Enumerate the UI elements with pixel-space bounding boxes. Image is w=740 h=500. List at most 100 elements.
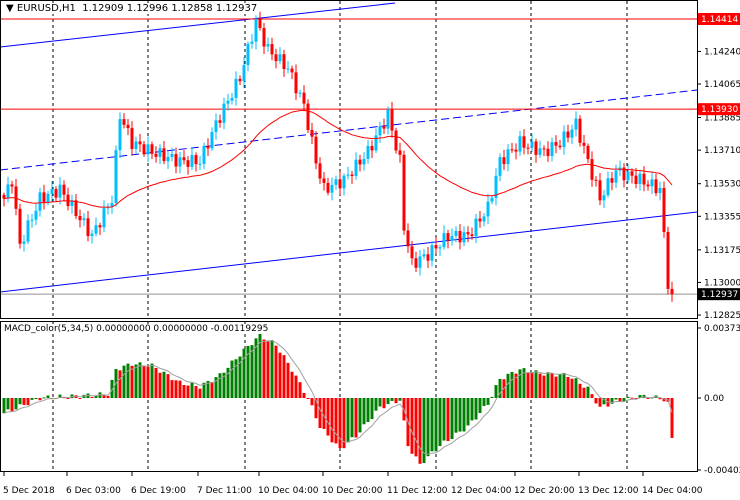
candle-body bbox=[662, 187, 666, 232]
candle-body bbox=[66, 194, 70, 207]
candle-body bbox=[98, 225, 102, 228]
chart-canvas[interactable]: 5 Dec 2018 6 Dec 03:00 6 Dec 19:00 7 Dec 11… bbox=[0, 0, 740, 500]
candle-body bbox=[78, 216, 82, 221]
macd-bar bbox=[550, 373, 554, 398]
candle-body bbox=[282, 54, 286, 70]
candle-body bbox=[318, 163, 322, 179]
candle-body bbox=[566, 131, 570, 138]
y-axis-label: 1.14065 bbox=[704, 80, 740, 90]
candle-body bbox=[186, 160, 190, 167]
candle-body bbox=[414, 258, 418, 268]
macd-bar bbox=[22, 398, 26, 405]
candle-body bbox=[582, 142, 586, 146]
y-axis-label: 1.12825 bbox=[704, 311, 740, 321]
macd-bar bbox=[146, 366, 150, 398]
macd-bar bbox=[394, 398, 398, 404]
macd-axis-label: 0.00 bbox=[704, 394, 724, 404]
candle-body bbox=[250, 41, 254, 44]
candle-body bbox=[222, 103, 226, 123]
candle-body bbox=[274, 54, 278, 62]
macd-bar bbox=[194, 386, 198, 398]
symbol-label: EURUSD,H1 bbox=[16, 3, 76, 14]
macd-bar bbox=[2, 398, 6, 414]
macd-bar bbox=[454, 398, 458, 433]
macd-bar bbox=[6, 398, 10, 410]
x-axis-label: 10 Dec 04:00 bbox=[258, 486, 319, 496]
macd-bar bbox=[270, 340, 274, 398]
candle-body bbox=[346, 174, 350, 176]
candle-body bbox=[202, 145, 206, 164]
macd-bar bbox=[442, 398, 446, 441]
macd-bar bbox=[118, 370, 122, 398]
candle-body bbox=[598, 180, 602, 201]
candle-body bbox=[410, 246, 414, 259]
macd-bar bbox=[542, 375, 546, 398]
candle-body bbox=[406, 230, 410, 247]
macd-axis-label: -0.004028 bbox=[704, 466, 740, 476]
candle-body bbox=[158, 148, 162, 157]
macd-bar bbox=[182, 384, 186, 398]
candle-body bbox=[510, 149, 514, 151]
ohlc-values: 1.12909 1.12996 1.12858 1.12937 bbox=[82, 3, 258, 14]
macd-bar bbox=[38, 398, 42, 401]
macd-bar bbox=[170, 380, 174, 398]
candle-body bbox=[350, 174, 354, 176]
y-axis-label: 1.14240 bbox=[704, 47, 740, 57]
candle-body bbox=[182, 157, 186, 161]
macd-bar bbox=[158, 372, 162, 398]
candle-body bbox=[302, 92, 306, 104]
candle-body bbox=[330, 184, 334, 193]
y-axis-label: 1.13355 bbox=[704, 212, 740, 222]
macd-bar bbox=[466, 398, 470, 426]
macd-bar bbox=[350, 398, 354, 438]
candle-body bbox=[118, 119, 122, 151]
candle-body bbox=[310, 129, 314, 137]
candle-body bbox=[462, 232, 466, 243]
x-axis-label: 13 Dec 12:00 bbox=[578, 486, 639, 496]
candle-body bbox=[34, 210, 38, 220]
candle-body bbox=[366, 145, 370, 159]
candle-body bbox=[386, 109, 390, 129]
candle-body bbox=[162, 148, 166, 162]
candle-body bbox=[586, 145, 590, 160]
candle-body bbox=[542, 148, 546, 150]
macd-bar bbox=[174, 380, 178, 398]
macd-bar bbox=[102, 395, 106, 398]
macd-bar bbox=[430, 398, 434, 452]
candle-body bbox=[326, 182, 330, 193]
macd-bar bbox=[474, 398, 478, 420]
macd-bar bbox=[106, 395, 110, 398]
candle-body bbox=[206, 145, 210, 149]
candle-body bbox=[442, 233, 446, 248]
macd-bar bbox=[582, 387, 586, 398]
candle-body bbox=[538, 148, 542, 155]
candle-body bbox=[358, 159, 362, 165]
macd-bar bbox=[294, 375, 298, 398]
macd-bar bbox=[378, 398, 382, 407]
candle-body bbox=[38, 192, 42, 211]
macd-bar bbox=[558, 374, 562, 398]
candle-body bbox=[230, 97, 234, 101]
macd-bar bbox=[90, 396, 94, 398]
dropdown-icon[interactable]: ▼ bbox=[6, 3, 17, 14]
candle-body bbox=[498, 157, 502, 176]
candle-body bbox=[658, 187, 662, 194]
candle-body bbox=[546, 148, 550, 157]
candle-body bbox=[166, 157, 170, 162]
candle-body bbox=[646, 184, 650, 187]
candle-body bbox=[286, 68, 290, 70]
candle-body bbox=[226, 100, 230, 104]
macd-bar bbox=[646, 398, 650, 399]
candle-body bbox=[342, 175, 346, 189]
candle-body bbox=[438, 247, 442, 249]
candle-body bbox=[138, 141, 142, 145]
macd-bar bbox=[278, 352, 282, 398]
chart-title[interactable]: ▼ EURUSD,H1 1.12909 1.12996 1.12858 1.12… bbox=[4, 3, 260, 14]
macd-bar bbox=[670, 398, 674, 438]
candle-body bbox=[178, 157, 182, 167]
candle-body bbox=[422, 254, 426, 257]
macd-bar bbox=[470, 398, 474, 421]
macd-bar bbox=[414, 398, 418, 457]
macd-bar bbox=[66, 398, 70, 399]
macd-bar bbox=[490, 396, 494, 398]
